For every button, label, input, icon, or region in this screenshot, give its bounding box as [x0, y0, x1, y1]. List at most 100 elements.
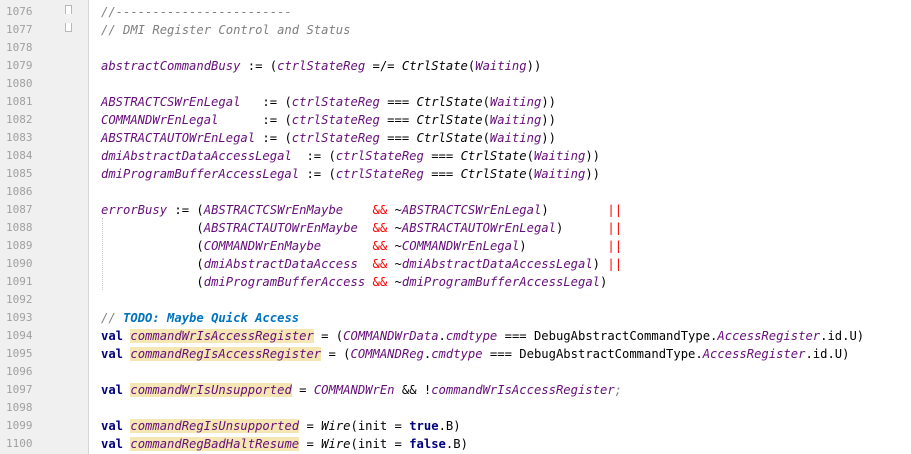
code-token: := (	[167, 203, 204, 217]
code-line[interactable]: abstractCommandBusy := (ctrlStateReg =/=…	[101, 57, 541, 75]
highlighted-identifier: commandWrIsAccessRegister	[130, 329, 314, 343]
code-token: TODO: Maybe Quick Access	[123, 311, 300, 325]
code-token: = (	[313, 329, 344, 343]
code-line[interactable]: dmiProgramBufferAccessLegal := (ctrlStat…	[101, 165, 600, 183]
highlighted-identifier: commandRegIsUnsupported	[130, 419, 300, 433]
code-line[interactable]: val commandRegIsAccessRegister = (COMMAN…	[101, 345, 849, 363]
code-token: COMMANDReg	[350, 347, 424, 361]
line-number: 1097	[6, 383, 33, 396]
code-line[interactable]: (COMMANDWrEnMaybe && ~COMMANDWrEnLegal) …	[101, 237, 622, 255]
code-token: ||	[607, 221, 623, 235]
code-token: COMMANDWrEnMaybe	[203, 239, 322, 253]
code-token: (	[482, 131, 490, 145]
code-line[interactable]: COMMANDWrEnLegal := (ctrlStateReg === Ct…	[101, 111, 556, 129]
code-line[interactable]: ABSTRACTCSWrEnLegal := (ctrlStateReg ===…	[101, 93, 556, 111]
code-token: ||	[607, 239, 623, 253]
code-token: dmiProgramBufferAccessLegal	[401, 275, 601, 289]
code-token: abstractCommandBusy	[101, 59, 241, 73]
highlighted-identifier: commandWrIsUnsupported	[130, 383, 292, 397]
line-number: 1091	[6, 275, 33, 288]
code-token: &&	[372, 221, 388, 235]
code-token: cmdtype	[431, 347, 483, 361]
code-token: dmiAbstractDataAccess	[203, 257, 358, 271]
code-line[interactable]: ABSTRACTAUTOWrEnLegal := (ctrlStateReg =…	[101, 129, 556, 147]
line-number: 1081	[6, 95, 33, 108]
line-number: 1092	[6, 293, 33, 306]
code-token: := (	[291, 149, 336, 163]
code-token: ===	[423, 149, 461, 163]
code-token: ctrlStateReg	[335, 149, 424, 163]
code-token: ~	[387, 203, 402, 217]
code-token: ||	[607, 257, 623, 271]
code-token: (init =	[350, 419, 410, 433]
line-number: 1089	[6, 239, 33, 252]
code-token: (	[482, 95, 490, 109]
code-token: CtrlState	[460, 149, 527, 163]
code-line[interactable]: val commandRegIsUnsupported = Wire(init …	[101, 417, 461, 435]
line-number: 1099	[6, 419, 33, 432]
code-token: // DMI Register Control and Status	[101, 23, 351, 37]
code-line[interactable]: (dmiProgramBufferAccess && ~dmiProgramBu…	[101, 273, 607, 291]
code-line[interactable]: val commandWrIsUnsupported = COMMANDWrEn…	[101, 381, 622, 399]
code-token: =	[299, 419, 322, 433]
code-token: .B)	[445, 437, 468, 451]
code-line[interactable]: // TODO: Maybe Quick Access	[101, 309, 299, 327]
highlighted-identifier: commandRegBadHaltResume	[130, 437, 300, 451]
code-token: (	[526, 167, 534, 181]
code-token: dmiProgramBufferAccessLegal	[101, 167, 300, 181]
code-line[interactable]: // DMI Register Control and Status	[101, 21, 350, 39]
code-token: ~	[387, 275, 402, 289]
code-token: CtrlState	[416, 95, 483, 109]
code-line[interactable]: //------------------------	[101, 3, 292, 21]
code-token: ===	[423, 167, 461, 181]
code-token: ABSTRACTCSWrEnMaybe	[203, 203, 344, 217]
code-token: ctrlStateReg	[291, 113, 380, 127]
code-token: &&	[372, 257, 388, 271]
gutter-separator	[88, 0, 89, 454]
fold-start-icon[interactable]	[65, 5, 72, 14]
code-token: cmdtype	[445, 329, 498, 343]
code-token: )	[600, 275, 608, 289]
code-token: ))	[585, 149, 601, 163]
code-token: := (	[218, 113, 292, 127]
fold-end-icon[interactable]	[65, 23, 72, 32]
code-token: true	[409, 419, 439, 433]
code-token: .	[438, 329, 446, 343]
code-token: ABSTRACTAUTOWrEnLegal	[401, 221, 556, 235]
code-token: ABSTRACTCSWrEnLegal	[101, 95, 241, 109]
code-token: COMMANDWrEnLegal	[401, 239, 520, 253]
code-token: Waiting	[489, 95, 542, 109]
code-token: COMMANDWrEn	[313, 383, 395, 397]
code-line[interactable]: dmiAbstractDataAccessLegal := (ctrlState…	[101, 147, 600, 165]
line-number: 1080	[6, 77, 33, 90]
code-token: := (	[255, 131, 292, 145]
code-editor[interactable]: 1076 1077 1078 1079 1080 1081 1082 1083 1084 1085…	[0, 0, 911, 454]
code-line[interactable]: val commandWrIsAccessRegister = (COMMAND…	[101, 327, 864, 345]
code-token: ~	[387, 221, 402, 235]
code-token: ))	[541, 113, 556, 127]
line-number: 1083	[6, 131, 33, 144]
code-token: ;	[614, 383, 622, 397]
code-token: ===	[379, 113, 417, 127]
code-token: AccessRegister	[717, 329, 821, 343]
code-token: Waiting	[489, 131, 542, 145]
code-token: (	[526, 149, 534, 163]
code-token: dmiProgramBufferAccess	[203, 275, 366, 289]
code-token: dmiAbstractDataAccessLegal	[401, 257, 593, 271]
code-line[interactable]: val commandRegBadHaltResume = Wire(init …	[101, 435, 468, 453]
code-token: CtrlState	[460, 167, 527, 181]
line-number: 1096	[6, 365, 33, 378]
code-line[interactable]: errorBusy := (ABSTRACTCSWrEnMaybe && ~AB…	[101, 201, 622, 219]
code-line[interactable]: (dmiAbstractDataAccess && ~dmiAbstractDa…	[101, 255, 622, 273]
code-token: .id.U)	[820, 329, 865, 343]
code-token: Waiting	[533, 149, 586, 163]
line-number: 1076	[6, 5, 33, 18]
code-token: )	[519, 239, 608, 253]
code-token: &&	[372, 275, 388, 289]
code-token: errorBusy	[101, 203, 168, 217]
code-token: =	[291, 383, 314, 397]
code-line[interactable]: (ABSTRACTAUTOWrEnMaybe && ~ABSTRACTAUTOW…	[101, 219, 622, 237]
code-token: ctrlStateReg	[291, 95, 380, 109]
